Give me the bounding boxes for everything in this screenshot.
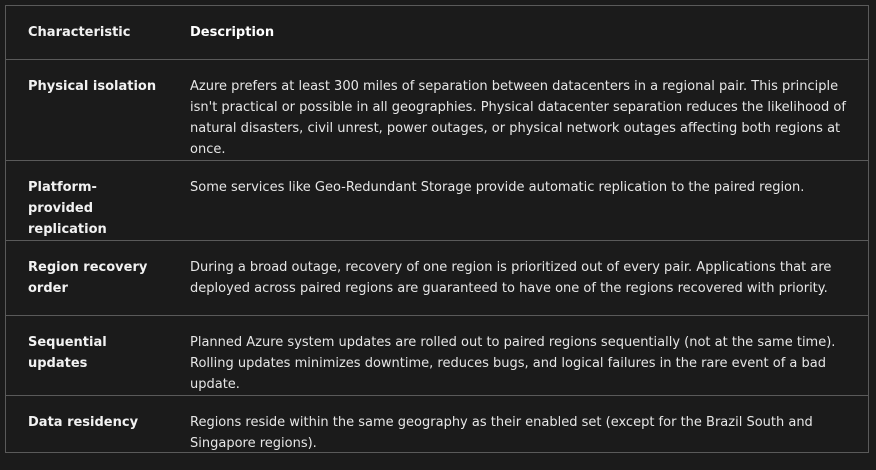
description-cell: Azure prefers at least 300 miles of sepa… — [190, 78, 846, 157]
characteristic-cell: Region recovery order — [28, 259, 148, 296]
table-row: Data residency Regions reside within the… — [6, 395, 868, 470]
characteristic-cell: Platform-provided replication — [28, 179, 107, 237]
characteristic-cell: Physical isolation — [28, 78, 157, 94]
description-cell: Regions reside within the same geography… — [190, 414, 813, 451]
table-row: Sequential updates Planned Azure system … — [6, 315, 868, 395]
description-cell: During a broad outage, recovery of one r… — [190, 259, 832, 296]
table-row: Region recovery order During a broad out… — [6, 240, 868, 315]
column-header-characteristic: Characteristic — [28, 25, 131, 40]
table-row: Platform-provided replication Some servi… — [6, 160, 868, 240]
characteristic-cell: Sequential updates — [28, 334, 107, 371]
description-cell: Some services like Geo-Redundant Storage… — [190, 179, 805, 195]
characteristics-table: Characteristic Description Physical isol… — [6, 6, 868, 470]
description-cell: Planned Azure system updates are rolled … — [190, 334, 836, 392]
column-header-description: Description — [190, 25, 275, 40]
table-header-row: Characteristic Description — [6, 6, 868, 59]
characteristic-cell: Data residency — [28, 414, 139, 430]
table-row: Physical isolation Azure prefers at leas… — [6, 59, 868, 160]
characteristics-table-container: Characteristic Description Physical isol… — [5, 5, 869, 453]
